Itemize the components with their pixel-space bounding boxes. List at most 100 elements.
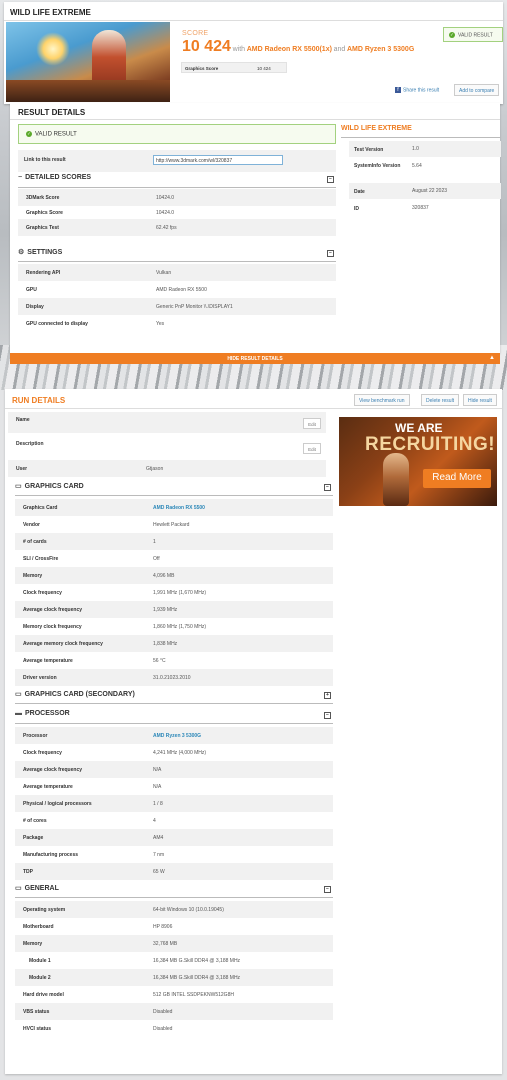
table-row: Display Generic PnP Monitor \\.\DISPLAY1	[18, 298, 336, 315]
table-row: SLI / CrossFire Off	[23, 556, 160, 562]
table-row: Memory 4,096 MB	[15, 567, 333, 584]
cpu-link[interactable]: AMD Ryzen 3 5300G	[153, 733, 201, 739]
general-header[interactable]: ▭ GENERAL −	[15, 884, 333, 898]
detailed-scores-title: DETAILED SCORES	[25, 174, 92, 181]
result-link-row: Link to this result http://www.3dmark.co…	[18, 150, 336, 172]
score-gpu: AMD Radeon RX 5500(1x)	[246, 46, 332, 53]
facebook-icon: f	[395, 87, 401, 93]
benchmark-title: WILD LIFE EXTREME	[10, 8, 91, 17]
table-row: Manufacturing process 7 nm	[23, 852, 165, 858]
table-row: Physical / logical processors 1 / 8	[15, 795, 333, 812]
add-to-compare-button[interactable]: Add to compare	[454, 84, 500, 96]
result-link-field[interactable]: http://www.3dmark.com/wl/320837	[153, 155, 283, 165]
graphics-score-table: Graphics Score 10 424	[181, 62, 287, 73]
laptop-icon: ▭	[15, 885, 22, 892]
table-row: Module 2 16,384 MB G.Skill DDR4 @ 3,188 M…	[15, 969, 333, 986]
chevron-up-icon: ▲	[489, 355, 495, 361]
detailed-scores-header[interactable]: − DETAILED SCORES −	[18, 174, 336, 188]
share-result-link[interactable]: f Share this result	[395, 87, 439, 93]
divider	[4, 20, 503, 21]
table-row: GPU connected to display Yes	[26, 321, 165, 327]
score-label: SCORE	[182, 30, 209, 37]
table-row: # of cores 4	[23, 818, 156, 824]
benchmark-thumbnail	[6, 22, 170, 102]
collapse-icon[interactable]: −	[324, 712, 331, 719]
score-with: with	[232, 46, 246, 53]
result-header-card: WILD LIFE EXTREME SCORE 10 424 with AMD …	[4, 2, 503, 104]
general-title: GENERAL	[24, 885, 59, 892]
table-row: Motherboard HP 8906	[23, 924, 173, 930]
hide-result-details-button[interactable]: HIDE RESULT DETAILS ▲	[10, 353, 500, 364]
table-row: Memory clock frequency 1,860 MHz (1,750 M…	[23, 624, 207, 630]
table-row: Average clock frequency 1,939 MHz	[15, 601, 333, 618]
table-row: Operating system 64-bit Windows 10 (10.0.…	[15, 901, 333, 918]
collapse-icon[interactable]: −	[327, 250, 334, 257]
score-cpu: AMD Ryzen 3 5300G	[346, 46, 415, 53]
table-row: Rendering API Vulkan	[18, 264, 336, 281]
result-details-title: RESULT DETAILS	[18, 108, 86, 117]
graphics-card-secondary-title: GRAPHICS CARD (SECONDARY)	[24, 691, 135, 698]
table-row: VBS status Disabled	[15, 1003, 333, 1020]
check-icon: ✓	[449, 32, 455, 38]
graphics-card-secondary-header[interactable]: ▭ GRAPHICS CARD (SECONDARY) +	[15, 690, 333, 704]
graphics-card-icon: ▭	[15, 691, 22, 698]
hide-result-details-label: HIDE RESULT DETAILS	[227, 356, 283, 362]
table-row: # of cards 1	[15, 533, 333, 550]
valid-result-label: VALID RESULT	[35, 131, 77, 138]
table-row: User Gtjason	[8, 460, 326, 477]
edit-description-button[interactable]: Edit	[303, 443, 321, 454]
table-row: Package AM4	[15, 829, 333, 846]
graphics-score-label: Graphics Score	[185, 66, 219, 71]
description-row: Description	[16, 441, 44, 447]
delete-result-button[interactable]: Delete result	[421, 394, 460, 406]
hide-result-button[interactable]: Hide result	[463, 394, 497, 406]
table-row: Memory 32,768 MB	[15, 935, 333, 952]
collapse-icon[interactable]: −	[324, 484, 331, 491]
table-row: Average temperature N/A	[23, 784, 162, 790]
valid-result-banner: ✓ VALID RESULT	[18, 124, 336, 144]
settings-title: SETTINGS	[27, 249, 63, 256]
share-label: Share this result	[403, 87, 440, 94]
view-benchmark-run-button[interactable]: View benchmark run	[354, 394, 410, 406]
divider	[5, 408, 502, 409]
name-row: Name	[8, 412, 326, 433]
test-info-title: WILD LIFE EXTREME	[341, 124, 501, 138]
result-link-label: Link to this result	[24, 157, 66, 163]
table-row: ID 320837	[354, 205, 429, 212]
expand-icon[interactable]: +	[324, 692, 331, 699]
graphics-score-value: 10 424	[257, 66, 271, 71]
score-value: 10 424	[182, 38, 231, 55]
ad-read-more-button[interactable]: Read More	[423, 469, 491, 488]
check-icon: ✓	[26, 131, 32, 137]
table-row: Hard drive model 512 GB INTEL SSDPEKNW512…	[23, 992, 234, 998]
score-and: and	[333, 46, 346, 53]
table-row: Clock frequency 1,991 MHz (1,670 MHz)	[23, 590, 207, 596]
table-row: Date August 22 2023	[349, 183, 501, 199]
collapse-icon: −	[18, 174, 23, 181]
ad-character	[383, 453, 409, 506]
table-row: GPU AMD Radeon RX 5500	[26, 287, 207, 293]
table-row: TDP 65 W	[15, 863, 333, 880]
collapse-icon[interactable]: −	[327, 176, 334, 183]
table-row: Graphics Card AMD Radeon RX 5500	[15, 499, 333, 516]
processor-title: PROCESSOR	[25, 710, 70, 717]
result-details-panel: RESULT DETAILS ✓ VALID RESULT Link to thi…	[10, 103, 501, 353]
recruiting-ad-banner[interactable]: WE ARE RECRUITING! Read More	[339, 417, 497, 506]
table-row: Processor AMD Ryzen 3 5300G	[15, 727, 333, 744]
gpu-link[interactable]: AMD Radeon RX 5500	[153, 505, 205, 511]
graphics-card-header[interactable]: ▭ GRAPHICS CARD −	[15, 482, 333, 496]
table-row: Average memory clock frequency 1,838 MHz	[15, 635, 333, 652]
table-row: Test Version 1.0	[349, 141, 501, 157]
run-details-panel: RUN DETAILS View benchmark run Delete re…	[5, 389, 502, 1074]
table-row: SystemInfo Version 5.64	[354, 163, 422, 169]
valid-result-badge: ✓ VALID RESULT	[443, 27, 503, 42]
run-details-title: RUN DETAILS	[12, 396, 66, 405]
processor-header[interactable]: ▬ PROCESSOR −	[15, 710, 333, 724]
settings-header[interactable]: ⚙ SETTINGS −	[18, 248, 336, 262]
score-line: 10 424 with AMD Radeon RX 5500(1x) and A…	[182, 38, 414, 56]
collapse-icon[interactable]: −	[324, 886, 331, 893]
edit-name-button[interactable]: Edit	[303, 418, 321, 429]
processor-icon: ▬	[15, 710, 22, 717]
graphics-card-title: GRAPHICS CARD	[24, 483, 84, 490]
table-row: Driver version 31.0.21023.2010	[15, 669, 333, 686]
